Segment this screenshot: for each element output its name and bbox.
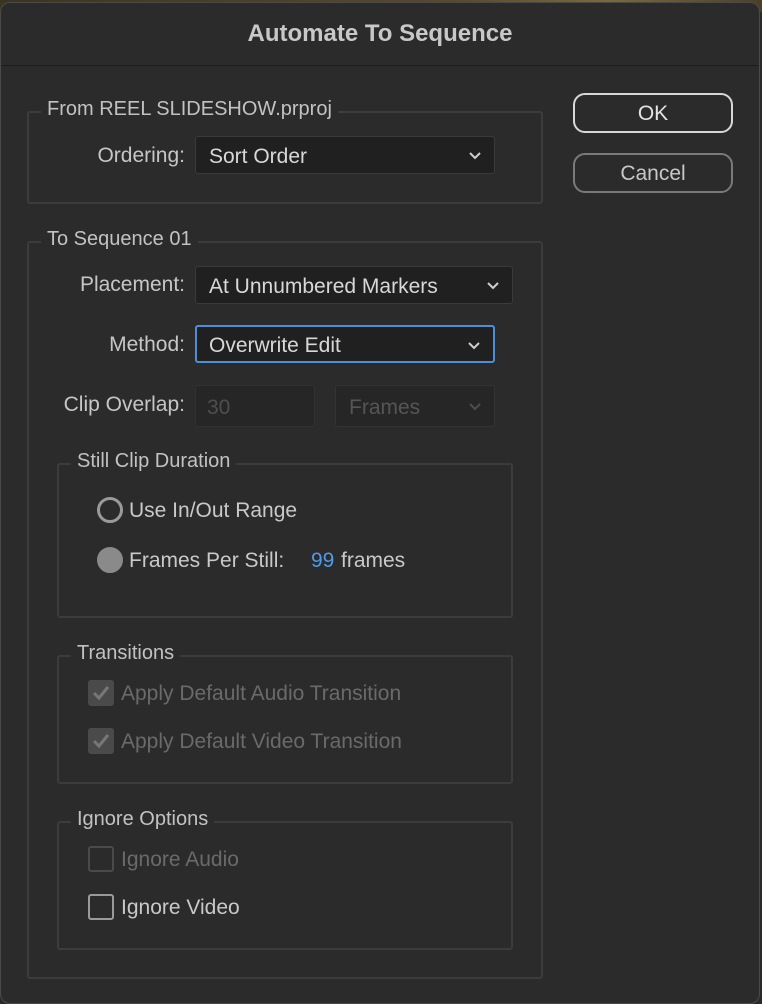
method-dropdown[interactable]: Overwrite Edit [195, 325, 495, 363]
to-sequence-legend: To Sequence 01 [41, 228, 198, 251]
automate-to-sequence-dialog: Automate To Sequence From REEL SLIDESHOW… [0, 2, 760, 1004]
ignore-video-checkbox[interactable] [88, 894, 114, 920]
apply-video-transition-label: Apply Default Video Transition [121, 730, 402, 753]
ordering-dropdown[interactable]: Sort Order [195, 136, 495, 174]
method-value: Overwrite Edit [209, 334, 341, 357]
checkmark-icon [92, 734, 110, 749]
chevron-down-icon [486, 278, 500, 292]
ignore-video-label[interactable]: Ignore Video [121, 896, 240, 920]
ignore-options-group: Ignore Options [57, 808, 513, 950]
frames-per-still-radio[interactable] [97, 547, 123, 573]
frames-per-still-value[interactable]: 99 [311, 549, 334, 573]
clip-overlap-unit-value: Frames [349, 396, 421, 419]
chevron-down-icon [467, 338, 481, 352]
chevron-down-icon [468, 148, 482, 162]
apply-audio-transition-label: Apply Default Audio Transition [121, 682, 402, 705]
use-inout-range-radio[interactable] [97, 497, 123, 523]
dialog-title: Automate To Sequence [247, 20, 513, 47]
frames-per-still-label[interactable]: Frames Per Still: [129, 549, 284, 573]
method-label: Method: [109, 333, 185, 356]
ignore-audio-checkbox[interactable] [88, 846, 114, 872]
from-project-legend: From REEL SLIDESHOW.prproj [41, 98, 338, 121]
ok-button[interactable]: OK [573, 93, 733, 133]
checkmark-icon [92, 686, 110, 701]
placement-dropdown[interactable]: At Unnumbered Markers [195, 266, 513, 304]
frames-unit-label: frames [341, 549, 406, 572]
chevron-down-icon [468, 399, 482, 413]
cancel-button[interactable]: Cancel [573, 153, 733, 193]
clip-overlap-unit-dropdown[interactable]: Frames [335, 385, 495, 427]
ordering-label: Ordering: [97, 144, 185, 167]
title-bar[interactable]: Automate To Sequence [1, 3, 759, 66]
ignore-audio-label: Ignore Audio [121, 848, 239, 871]
apply-audio-transition-checkbox[interactable] [88, 680, 114, 706]
transitions-group: Transitions [57, 642, 513, 784]
placement-value: At Unnumbered Markers [209, 275, 438, 298]
clip-overlap-input[interactable]: 30 [195, 385, 315, 427]
clip-overlap-value: 30 [207, 396, 231, 419]
use-inout-range-label[interactable]: Use In/Out Range [129, 499, 297, 523]
transitions-legend: Transitions [71, 642, 181, 665]
ignore-options-legend: Ignore Options [71, 808, 215, 831]
still-clip-duration-group: Still Clip Duration [57, 450, 513, 618]
ordering-value: Sort Order [209, 145, 308, 168]
apply-video-transition-checkbox[interactable] [88, 728, 114, 754]
still-clip-legend: Still Clip Duration [71, 450, 237, 473]
clip-overlap-label: Clip Overlap: [63, 393, 185, 416]
placement-label: Placement: [79, 273, 185, 296]
